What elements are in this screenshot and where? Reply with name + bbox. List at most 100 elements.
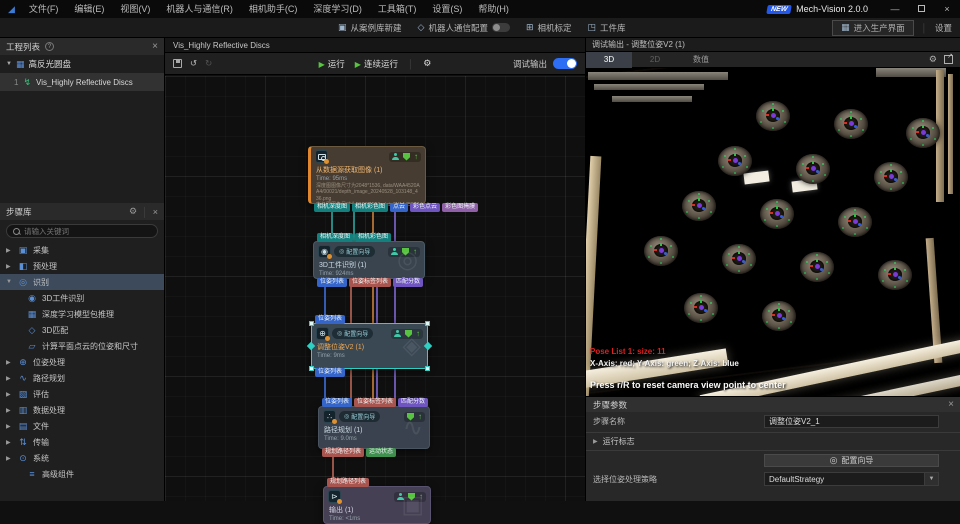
collapse-arrow-icon[interactable]: ▼ [6, 61, 12, 67]
selection-handle[interactable] [309, 366, 314, 371]
selection-handle[interactable] [425, 366, 430, 371]
menu-item[interactable]: 机器人与通信(R) [158, 0, 241, 18]
connection-edge[interactable] [394, 206, 396, 408]
robot-comm-config-button[interactable]: ◇ 机器人通信配置 [418, 22, 510, 34]
menu-item[interactable]: 相机助手(C) [241, 0, 306, 18]
input-port[interactable]: 位姿列表 [322, 398, 352, 407]
node-graph-canvas[interactable]: ↑ 从数据源获取图像 (1) Time: 95ms 深度图图像尺寸为2048*1… [165, 76, 585, 501]
robot-comm-toggle[interactable] [492, 23, 510, 32]
step-name-input[interactable] [764, 415, 939, 428]
run-flags-section[interactable]: ▶ 运行标志 [586, 432, 960, 451]
expand-arrow-icon[interactable]: ▼ [6, 279, 13, 285]
minimize-button[interactable]: — [882, 0, 908, 18]
expand-arrow-icon[interactable]: ▶ [6, 359, 13, 366]
project-tab[interactable]: Vis_Highly Reflective Discs [173, 41, 270, 50]
project-list-close-button[interactable]: × [152, 41, 158, 52]
output-port[interactable]: 位姿列表 [315, 368, 345, 377]
step-library-item[interactable]: ▶ ⇅ 传输 [0, 434, 164, 450]
step-library-item[interactable]: ≡ 高级组件 [0, 466, 164, 482]
menu-item[interactable]: 设置(S) [424, 0, 470, 18]
step-library-item[interactable]: ▶ ◧ 预处理 [0, 258, 164, 274]
step-library-item[interactable]: ◉ 3D工件识别 [0, 290, 164, 306]
step-library-item[interactable]: ▶ ∿ 路径规划 [0, 370, 164, 386]
help-icon[interactable]: ? [45, 42, 54, 51]
config-wizard-button[interactable]: ◎ 配置向导 [764, 454, 939, 467]
view-settings-icon[interactable]: ⚙ [929, 54, 937, 65]
run-continuous-button[interactable]: ▶连续运行 [355, 58, 398, 70]
tab-2d[interactable]: 2D [632, 52, 678, 68]
maximize-button[interactable] [908, 0, 934, 18]
output-port[interactable]: 匹配分数 [393, 278, 423, 287]
output-port[interactable]: 点云 [390, 203, 408, 212]
input-port[interactable]: 相机彩色图 [355, 233, 391, 242]
node-3d-workpiece-recognition[interactable]: 相机深度图 相机彩色图 ◉ ◎配置向导 ↑ 3D工件识别 (1) Time: 9… [313, 241, 425, 279]
node-adjust-poses-v2[interactable]: 位姿列表 ⊕ ◎配置向导 ↑ 调整位姿V2 (1) Time: 9ms ◈ 位姿… [311, 323, 428, 369]
step-library-item[interactable]: ◇ 3D匹配 [0, 322, 164, 338]
step-library-item[interactable]: ▶ ▧ 评估 [0, 386, 164, 402]
node-capture-images[interactable]: ↑ 从数据源获取图像 (1) Time: 95ms 深度图图像尺寸为2048*1… [308, 146, 426, 204]
settings-button[interactable]: 设置 [935, 22, 952, 34]
output-port[interactable]: 运动状态 [366, 448, 396, 457]
workpiece-library-button[interactable]: ◳ 工件库 [588, 22, 626, 34]
menu-item[interactable]: 帮助(H) [470, 0, 517, 18]
input-port[interactable]: 规划路径列表 [327, 478, 369, 487]
output-port[interactable]: 相机彩色图 [352, 203, 388, 212]
expand-arrow-icon[interactable]: ▶ [6, 263, 13, 270]
output-port[interactable]: 位姿标签列表 [349, 278, 391, 287]
step-library-item[interactable]: ▶ ▤ 文件 [0, 418, 164, 434]
save-icon[interactable] [173, 59, 182, 68]
input-port[interactable]: 位姿标签列表 [354, 398, 396, 407]
step-library-item[interactable]: ▶ ▥ 数据处理 [0, 402, 164, 418]
run-settings-icon[interactable]: ⚙ [423, 58, 431, 69]
selection-handle[interactable] [425, 321, 430, 326]
step-parameters-close-button[interactable]: × [948, 399, 954, 410]
project-group-row[interactable]: ▼ ▦ 高反光圆盘 [0, 55, 164, 73]
step-library-item[interactable]: ▶ ▣ 采集 [0, 242, 164, 258]
node-path-planning[interactable]: 位姿列表 位姿标签列表 匹配分数 ∴ ◎配置向导 ↑ 路径规划 (1) Time… [318, 406, 430, 449]
input-port[interactable]: 位姿列表 [315, 315, 345, 324]
menu-item[interactable]: 编辑(E) [66, 0, 112, 18]
expand-arrow-icon[interactable]: ▶ [6, 439, 13, 446]
step-search-input[interactable] [24, 227, 134, 236]
step-library-item[interactable]: ▶ ⊙ 系统 [0, 450, 164, 466]
expand-arrow-icon[interactable]: ▶ [6, 375, 13, 382]
menu-item[interactable]: 文件(F) [21, 0, 67, 18]
project-item-row[interactable]: 1 ↯ Vis_Highly Reflective Discs [0, 73, 164, 91]
output-port[interactable]: 彩色点云 [410, 203, 440, 212]
chevron-down-icon[interactable]: ▼ [924, 473, 938, 485]
step-search-box[interactable] [6, 224, 158, 238]
output-port[interactable]: 相机深度图 [314, 203, 350, 212]
tab-3d[interactable]: 3D [586, 52, 632, 68]
expand-arrow-icon[interactable]: ▶ [6, 455, 13, 462]
step-library-item[interactable]: ▱ 计算平面点云的位姿和尺寸 [0, 338, 164, 354]
camera-calibration-button[interactable]: ⊞ 相机标定 [526, 22, 572, 34]
3d-point-cloud-viewport[interactable]: Pose List 1: size: 11 X-Axis: red; Y-Axi… [586, 68, 960, 396]
expand-arrow-icon[interactable]: ▶ [6, 407, 13, 414]
input-port[interactable]: 匹配分数 [398, 398, 428, 407]
menu-item[interactable]: 深度学习(D) [305, 0, 370, 18]
menu-item[interactable]: 工具箱(T) [370, 0, 425, 18]
node-output[interactable]: 规划路径列表 ⊳ ↑ 输出 (1) Time: <1ms ▣ [323, 486, 431, 524]
config-wizard-pill[interactable]: ◎配置向导 [339, 411, 380, 422]
step-library-close-button[interactable]: × [153, 207, 158, 217]
output-port[interactable]: 彩色图掩膜 [442, 203, 478, 212]
debug-output-toggle[interactable] [553, 58, 577, 69]
step-library-item[interactable]: ▦ 深度学习模型包推理 [0, 306, 164, 322]
run-button[interactable]: ▶运行 [319, 58, 345, 70]
step-library-item[interactable]: ▼ ◎ 识别 [0, 274, 164, 290]
expand-arrow-icon[interactable]: ▶ [593, 438, 598, 445]
step-library-settings-icon[interactable]: ⚙ [129, 206, 137, 217]
undo-icon[interactable]: ↺ [190, 58, 197, 69]
expand-arrow-icon[interactable]: ▶ [6, 247, 13, 254]
expand-arrow-icon[interactable]: ▶ [6, 423, 13, 430]
close-button[interactable]: × [934, 0, 960, 18]
selection-handle[interactable] [309, 321, 314, 326]
output-port[interactable]: 位姿列表 [317, 278, 347, 287]
strategy-select[interactable]: DefaultStrategy ▼ [764, 472, 939, 486]
menu-item[interactable]: 视图(V) [112, 0, 158, 18]
expand-arrow-icon[interactable]: ▶ [6, 391, 13, 398]
tab-values[interactable]: 数值 [678, 52, 724, 68]
input-port[interactable]: 相机深度图 [317, 233, 353, 242]
enter-production-button[interactable]: ▦ 进入生产界面 [832, 20, 914, 36]
open-in-window-icon[interactable] [944, 55, 953, 64]
